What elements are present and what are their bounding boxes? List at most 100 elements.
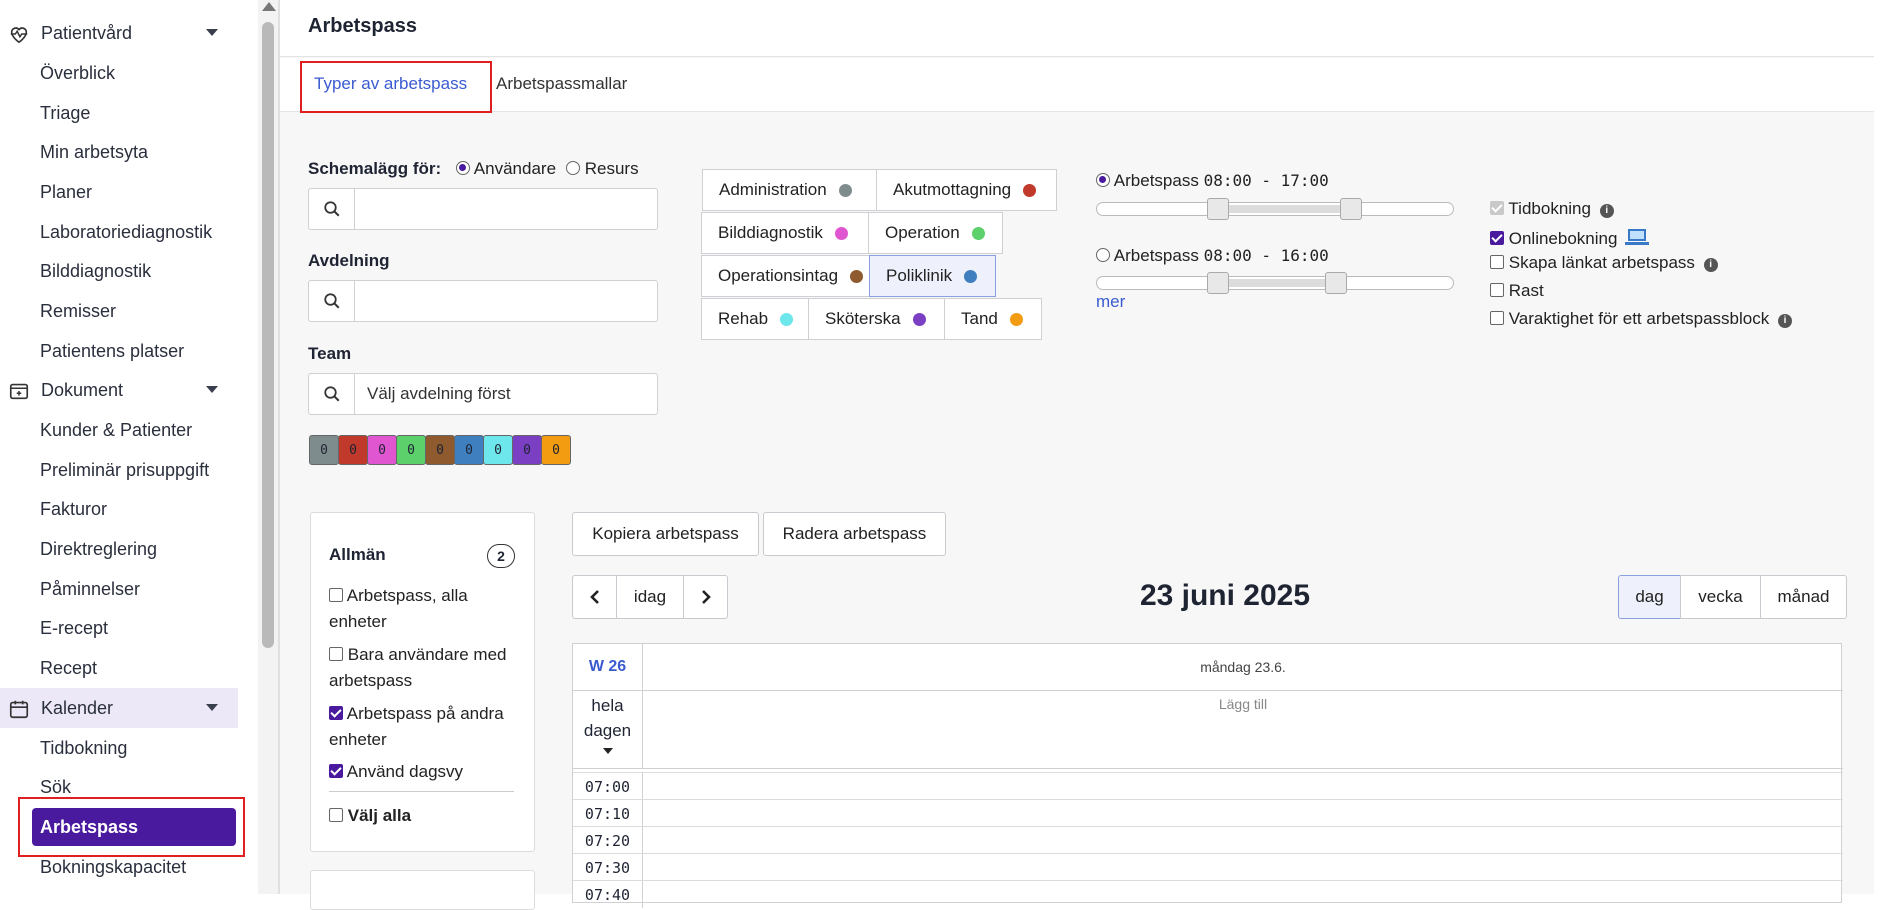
filter-option-label: Arbetspass på andra enheter (329, 704, 504, 749)
sidebar-item-overblick[interactable]: Överblick (40, 53, 115, 93)
shift-type-button[interactable]: Bilddiagnostik (701, 212, 869, 254)
sidebar-item-fakturor[interactable]: Fakturor (40, 489, 107, 529)
search-icon[interactable] (309, 189, 355, 229)
radio-button[interactable] (1096, 248, 1110, 262)
shift-type-button[interactable]: Tand (944, 298, 1042, 340)
shift-type-button[interactable]: Operation (868, 212, 1003, 254)
search-icon[interactable] (309, 281, 355, 321)
checkbox[interactable] (1490, 283, 1504, 297)
team-search-field[interactable]: Välj avdelning först (308, 373, 658, 415)
filter-option[interactable]: Arbetspass, alla enheter (329, 583, 524, 635)
sidebar-item-e-recept[interactable]: E-recept (40, 608, 108, 648)
option-varaktighet[interactable]: Varaktighet för ett arbetspassblock i (1490, 309, 1792, 329)
main-scrollbar[interactable] (1874, 0, 1884, 894)
shift-time-option-1[interactable]: Arbetspass 08:00 - 17:00 (1096, 171, 1329, 191)
checkbox[interactable] (1490, 311, 1504, 325)
shift-type-button[interactable]: Akutmottagning (876, 169, 1057, 211)
copy-shift-button[interactable]: Kopiera arbetspass (572, 512, 759, 556)
sidebar-item-laboratoriediagnostik[interactable]: Laboratoriediagnostik (40, 212, 212, 252)
shift-time-slider-2[interactable] (1096, 272, 1454, 294)
general-filter-panel: Allmän 2 Arbetspass, alla enheter Bara a… (310, 512, 535, 852)
sidebar-item-planer[interactable]: Planer (40, 172, 92, 212)
time-slot-row[interactable]: 07:10 (573, 799, 1843, 827)
option-rast[interactable]: Rast (1490, 281, 1544, 301)
shift-type-button[interactable]: Poliklinik (869, 255, 996, 297)
checkbox[interactable] (329, 808, 343, 822)
scroll-up-arrow-icon[interactable] (262, 2, 276, 11)
checkbox[interactable] (329, 588, 343, 602)
allday-add-area[interactable]: Lägg till (643, 691, 1843, 769)
delete-shift-button[interactable]: Radera arbetspass (763, 512, 946, 556)
prev-button[interactable] (572, 575, 617, 619)
next-button[interactable] (683, 575, 728, 619)
sidebar-item-patientens-platser[interactable]: Patientens platser (40, 331, 184, 371)
filter-option[interactable]: Använd dagsvy (329, 759, 524, 785)
radio-button[interactable] (1096, 173, 1110, 187)
today-button[interactable]: idag (616, 575, 684, 619)
radio-button[interactable] (456, 161, 470, 175)
view-week-button[interactable]: vecka (1680, 575, 1761, 619)
slider-range (1217, 279, 1335, 287)
sidebar-item-bilddiagnostik[interactable]: Bilddiagnostik (40, 251, 151, 291)
info-icon[interactable]: i (1777, 314, 1792, 328)
sidebar-scrollbar-thumb[interactable] (262, 22, 274, 648)
shift-time-slider-1[interactable] (1096, 198, 1454, 220)
filter-option[interactable]: Bara användare med arbetspass (329, 642, 524, 694)
option-onlinebokning[interactable]: Onlinebokning (1490, 227, 1650, 249)
sidebar-item-min-arbetsyta[interactable]: Min arbetsyta (40, 132, 148, 172)
radio-anvandare[interactable]: Användare (456, 159, 556, 179)
view-month-button[interactable]: månad (1760, 575, 1847, 619)
user-search-field[interactable] (308, 188, 658, 230)
shift-type-button[interactable]: Operationsintag (701, 255, 870, 297)
sidebar-item-tidbokning[interactable]: Tidbokning (40, 728, 127, 768)
sidebar-item-preliminar-prisuppgift[interactable]: Preliminär prisuppgift (40, 450, 209, 490)
chevron-down-icon[interactable] (206, 386, 218, 393)
shift-time-option-2[interactable]: Arbetspass 08:00 - 16:00 (1096, 246, 1329, 266)
checkbox[interactable] (329, 764, 343, 778)
shift-type-button[interactable]: Sköterska (808, 298, 945, 340)
info-icon[interactable]: i (1703, 258, 1718, 272)
search-icon[interactable] (309, 374, 355, 414)
sidebar-item-bokningskapacitet[interactable]: Bokningskapacitet (40, 847, 186, 887)
time-slot-row[interactable]: 07:30 (573, 853, 1843, 881)
slider-handle-start[interactable] (1207, 272, 1229, 294)
chevron-down-icon[interactable] (206, 29, 218, 36)
radio-button[interactable] (566, 161, 580, 175)
option-skapa-lankat-arbetspass[interactable]: Skapa länkat arbetspass i (1490, 253, 1718, 273)
view-day-button[interactable]: dag (1618, 575, 1681, 619)
department-search-field[interactable] (308, 280, 658, 322)
option-tidbokning[interactable]: Tidbokning i (1490, 199, 1614, 219)
more-link[interactable]: mer (1096, 292, 1125, 312)
sidebar-item-remisser[interactable]: Remisser (40, 291, 116, 331)
slider-handle-end[interactable] (1340, 198, 1362, 220)
allday-toggle[interactable]: hela dagen (573, 691, 643, 769)
sidebar-item-direktreglering[interactable]: Direktreglering (40, 529, 157, 569)
checkbox[interactable] (1490, 201, 1504, 215)
checkbox[interactable] (329, 647, 343, 661)
checkbox[interactable] (1490, 255, 1504, 269)
shift-type-label: Poliklinik (886, 266, 953, 285)
sidebar-item-paminnelser[interactable]: Påminnelser (40, 569, 140, 609)
filter-option[interactable]: Arbetspass på andra enheter (329, 701, 524, 753)
chevron-down-icon[interactable] (206, 704, 218, 711)
checkbox[interactable] (329, 706, 343, 720)
sidebar-item-kunder-patienter[interactable]: Kunder & Patienter (40, 410, 192, 450)
time-slot-row[interactable]: 07:20 (573, 826, 1843, 854)
option-label: Tidbokning (1508, 199, 1591, 218)
shift-type-button[interactable]: Administration (702, 169, 877, 211)
radio-resurs[interactable]: Resurs (566, 159, 639, 179)
sidebar-item-triage[interactable]: Triage (40, 93, 90, 133)
slider-handle-start[interactable] (1207, 198, 1229, 220)
sidebar-section-kalender[interactable]: Kalender (0, 688, 238, 728)
tab-arbetspassmallar[interactable]: Arbetspassmallar (496, 74, 627, 94)
checkbox[interactable] (1490, 231, 1504, 245)
info-icon[interactable]: i (1599, 204, 1614, 218)
slider-handle-end[interactable] (1325, 272, 1347, 294)
select-all-option[interactable]: Välj alla (329, 803, 411, 829)
sidebar-section-patientvard[interactable]: Patientvård (0, 13, 238, 53)
team-input[interactable]: Välj avdelning först (355, 384, 511, 404)
sidebar-item-recept[interactable]: Recept (40, 648, 97, 688)
sidebar-section-dokument[interactable]: Dokument (0, 370, 238, 410)
time-slot-row[interactable]: 07:00 (573, 772, 1843, 800)
shift-type-button[interactable]: Rehab (701, 298, 809, 340)
